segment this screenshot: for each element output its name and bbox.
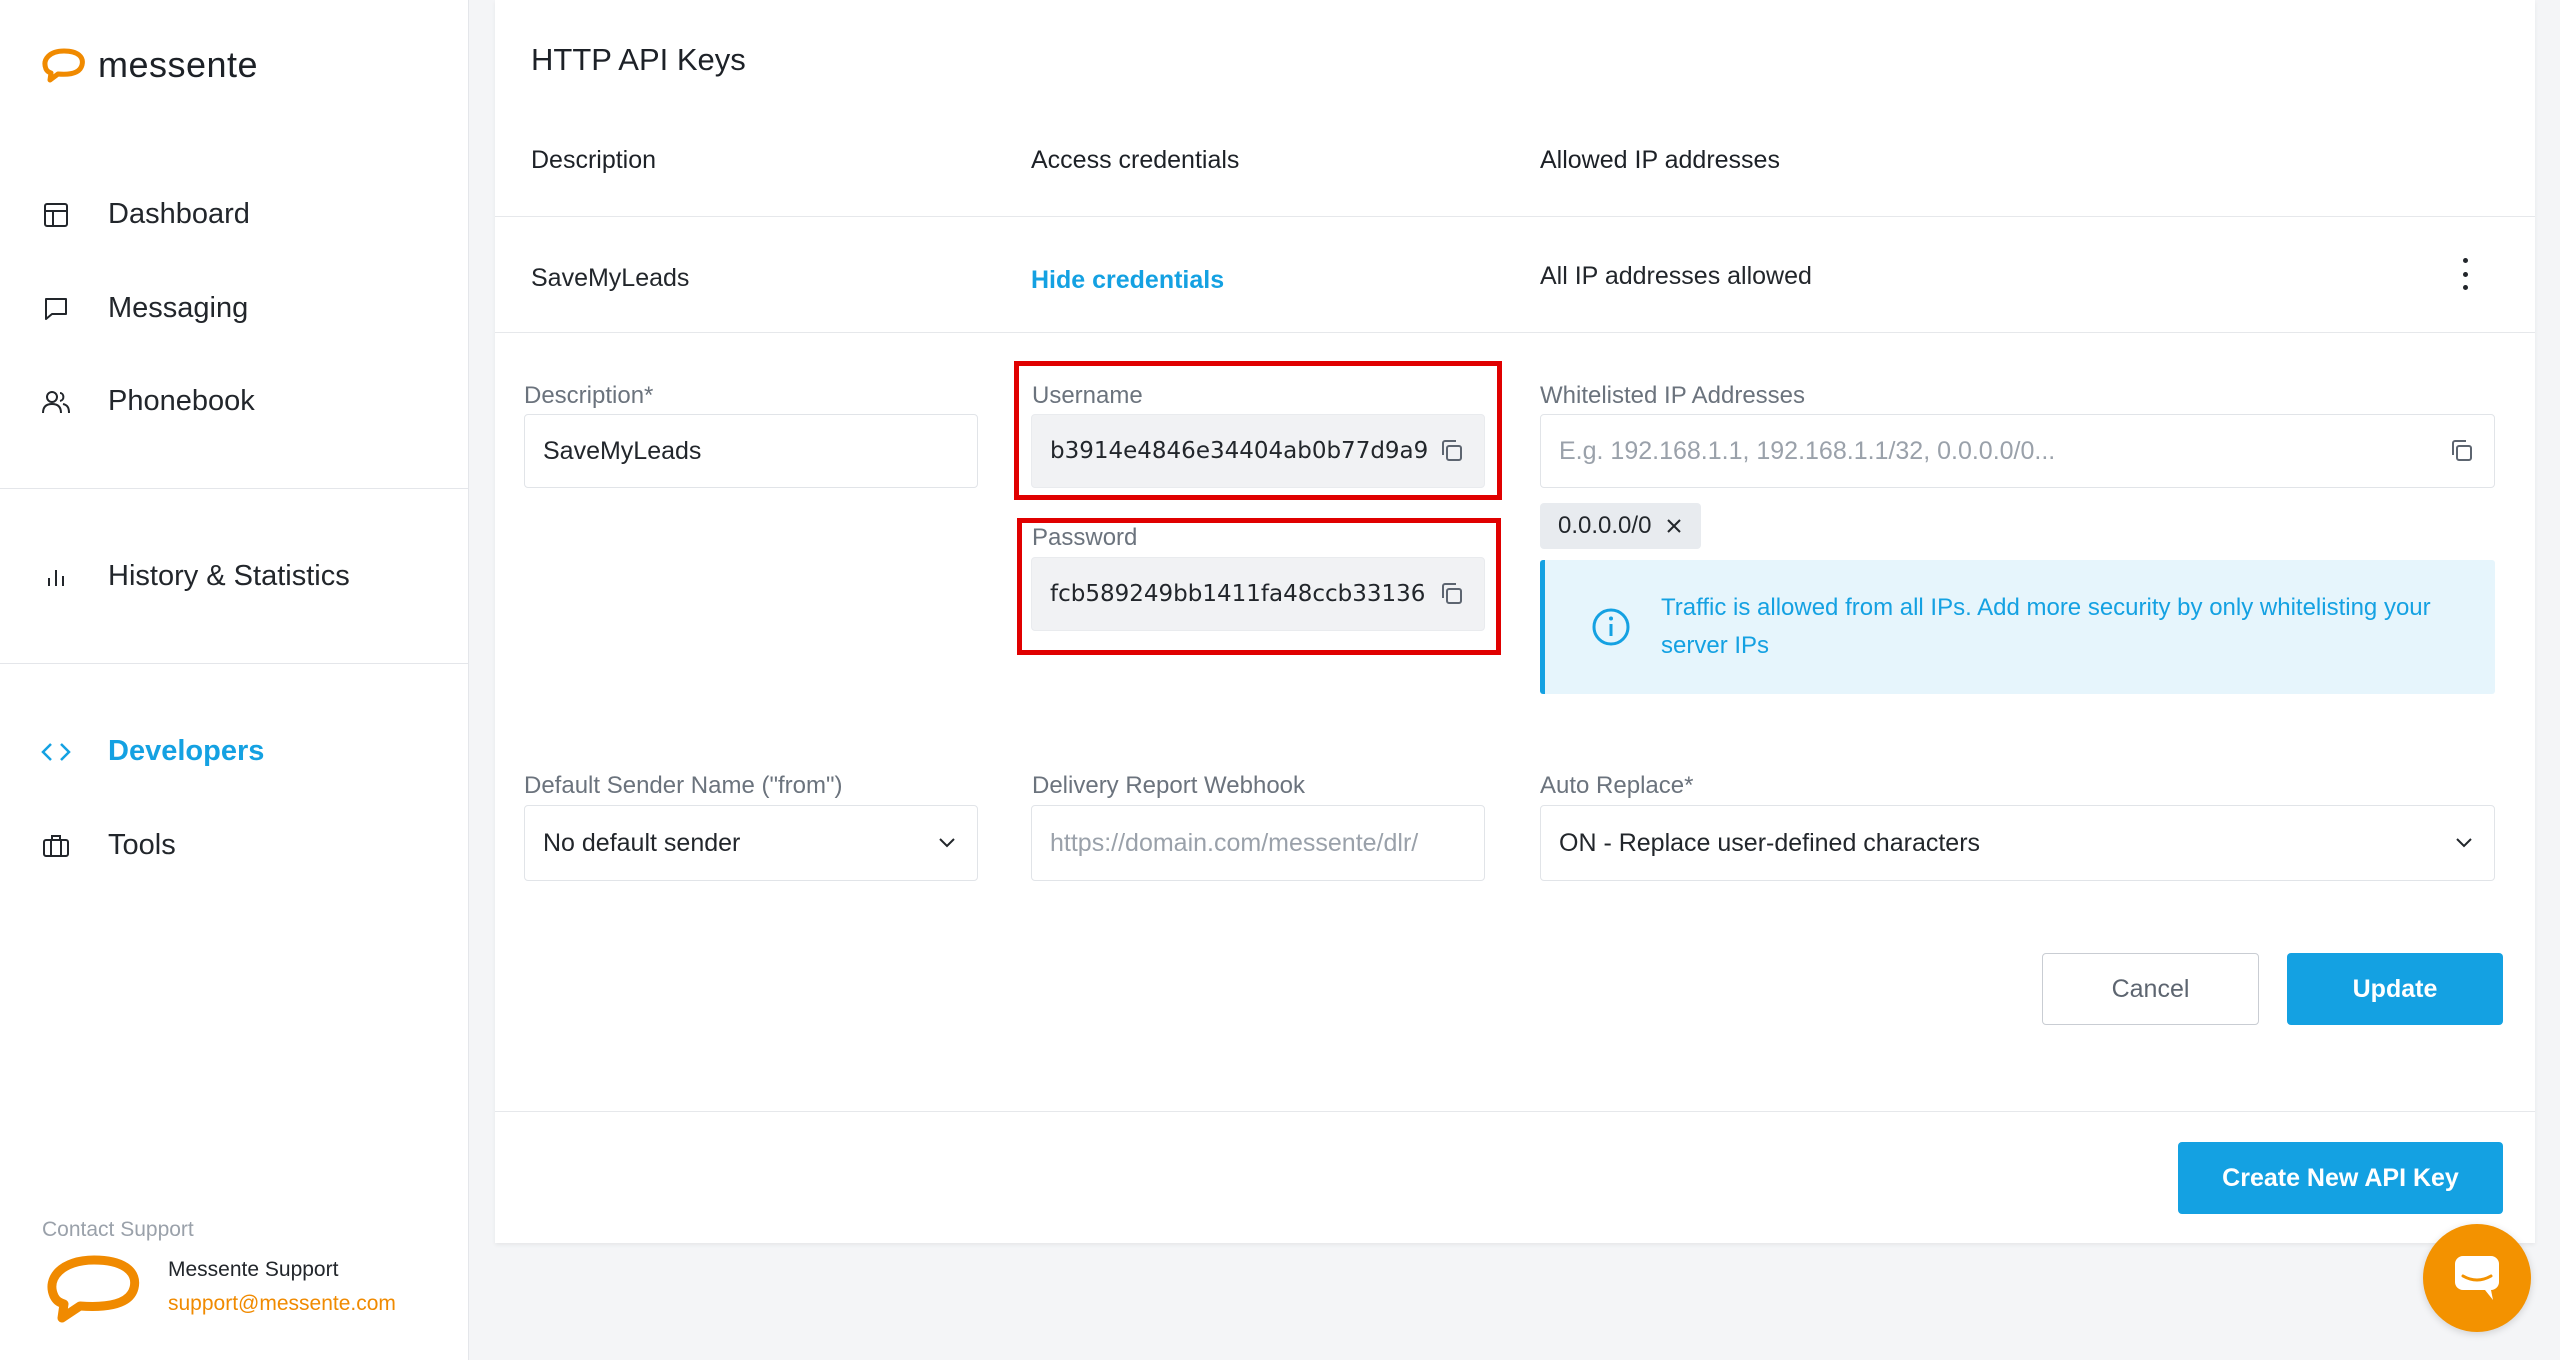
info-alert: Traffic is allowed from all IPs. Add mor… — [1540, 560, 2495, 694]
username-field[interactable]: b3914e4846e34404ab0b77d9a9 — [1031, 414, 1485, 488]
chevron-down-icon — [939, 838, 955, 848]
bar-chart-icon — [40, 561, 72, 593]
info-text: Traffic is allowed from all IPs. Add mor… — [1661, 594, 2431, 659]
description-value: SaveMyLeads — [543, 436, 702, 465]
whitelist-placeholder: E.g. 192.168.1.1, 192.168.1.1/32, 0.0.0.… — [1559, 436, 2056, 465]
messente-logo-icon — [42, 48, 85, 83]
people-icon — [40, 386, 72, 418]
logo-text: messente — [98, 44, 259, 85]
sidebar-item-label: Dashboard — [108, 198, 250, 230]
support-heading: Contact Support — [42, 1218, 194, 1241]
sidebar: messente Dashboard Messaging Phonebook H… — [0, 0, 469, 1360]
sender-value: No default sender — [543, 828, 741, 857]
support-email-link[interactable]: support@messente.com — [168, 1292, 396, 1316]
hide-credentials-link[interactable]: Hide credentials — [1031, 266, 1224, 295]
sidebar-item-dashboard[interactable]: Dashboard — [40, 198, 250, 231]
sender-select[interactable]: No default sender — [524, 805, 978, 881]
copy-icon[interactable] — [2448, 437, 2476, 465]
chat-icon — [40, 293, 72, 325]
row-menu-kebab-icon[interactable] — [2455, 258, 2475, 290]
sidebar-divider — [0, 663, 469, 664]
password-value: fcb589249bb1411fa48ccb33136 — [1050, 581, 1426, 607]
ip-chip: 0.0.0.0/0 — [1540, 503, 1702, 549]
messente-support-logo-icon — [47, 1255, 140, 1323]
api-keys-panel: HTTP API Keys Description Access credent… — [495, 0, 2535, 1243]
sidebar-item-developers[interactable]: Developers — [40, 735, 264, 768]
page-title: HTTP API Keys — [531, 42, 746, 77]
webhook-placeholder: https://domain.com/messente/dlr/ — [1050, 828, 1419, 857]
update-button[interactable]: Update — [2287, 953, 2503, 1025]
description-label: Description* — [524, 382, 654, 409]
row-allowed-ips: All IP addresses allowed — [1540, 262, 1812, 290]
footer-divider — [495, 1111, 2535, 1112]
messente-logo[interactable]: messente — [40, 44, 258, 86]
sidebar-item-history-statistics[interactable]: History & Statistics — [40, 560, 350, 593]
copy-icon[interactable] — [1438, 437, 1466, 465]
support-contact: Messente Support support@messente.com — [42, 1252, 396, 1324]
sidebar-divider — [0, 488, 469, 489]
chat-widget-button[interactable] — [2423, 1224, 2531, 1332]
column-header-allowed-ips: Allowed IP addresses — [1540, 146, 1780, 174]
sidebar-item-label: Messaging — [108, 292, 249, 324]
chat-bubble-icon — [2455, 1256, 2499, 1300]
column-header-access-credentials: Access credentials — [1031, 146, 1240, 174]
row-description: SaveMyLeads — [531, 264, 690, 292]
create-api-key-button[interactable]: Create New API Key — [2178, 1142, 2503, 1214]
webhook-label: Delivery Report Webhook — [1032, 772, 1306, 799]
sidebar-item-messaging[interactable]: Messaging — [40, 292, 248, 325]
whitelist-label: Whitelisted IP Addresses — [1540, 382, 1806, 409]
auto-replace-value: ON - Replace user-defined characters — [1559, 828, 1981, 857]
whitelist-input[interactable]: E.g. 192.168.1.1, 192.168.1.1/32, 0.0.0.… — [1540, 414, 2495, 488]
row-divider — [495, 332, 2535, 333]
password-field[interactable]: fcb589249bb1411fa48ccb33136 — [1031, 557, 1485, 631]
sidebar-item-label: Tools — [108, 829, 176, 861]
dashboard-icon — [40, 199, 72, 231]
sidebar-item-phonebook[interactable]: Phonebook — [40, 385, 255, 418]
auto-replace-label: Auto Replace* — [1540, 772, 1694, 799]
sidebar-item-label: Phonebook — [108, 385, 255, 417]
sidebar-item-tools[interactable]: Tools — [40, 829, 176, 862]
table-divider — [495, 216, 2535, 217]
column-header-description: Description — [531, 146, 657, 174]
support-name: Messente Support — [168, 1258, 339, 1281]
cancel-button[interactable]: Cancel — [2042, 953, 2259, 1025]
password-label: Password — [1032, 524, 1138, 551]
auto-replace-select[interactable]: ON - Replace user-defined characters — [1540, 805, 2495, 881]
description-input[interactable]: SaveMyLeads — [524, 414, 978, 488]
sender-label: Default Sender Name ("from") — [524, 772, 843, 799]
info-icon — [1592, 608, 1630, 646]
chevron-down-icon — [2456, 838, 2472, 848]
copy-icon[interactable] — [1438, 580, 1466, 608]
close-icon[interactable] — [1665, 517, 1683, 535]
ip-chip-label: 0.0.0.0/0 — [1558, 512, 1652, 539]
username-value: b3914e4846e34404ab0b77d9a9 — [1050, 438, 1428, 464]
sidebar-item-label: History & Statistics — [108, 560, 350, 592]
webhook-input[interactable]: https://domain.com/messente/dlr/ — [1031, 805, 1485, 881]
username-label: Username — [1032, 382, 1143, 409]
toolbox-icon — [40, 830, 72, 862]
code-icon — [40, 736, 72, 768]
sidebar-item-label: Developers — [108, 735, 265, 767]
